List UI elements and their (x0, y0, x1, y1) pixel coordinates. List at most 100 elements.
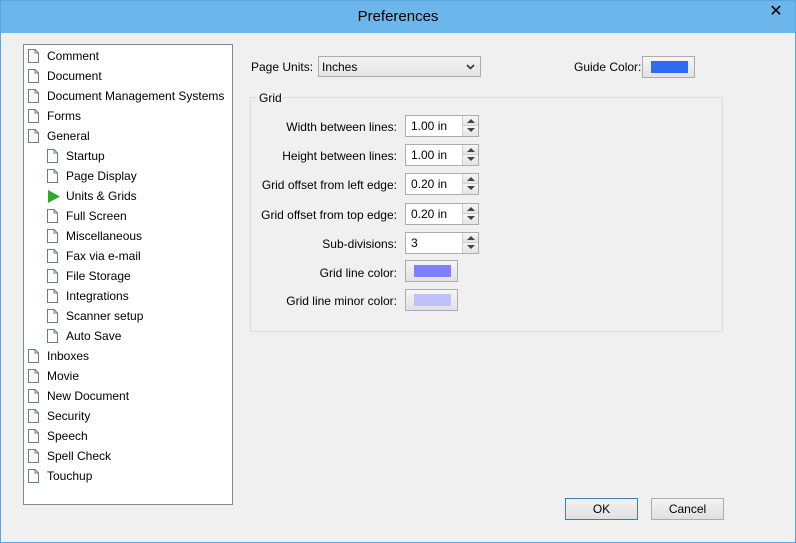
caret-down-icon (467, 216, 475, 220)
spin-down-button[interactable] (463, 126, 478, 136)
close-icon[interactable]: ✕ (764, 2, 788, 22)
grid-offset-left-spinner[interactable]: 0.20 in (405, 173, 479, 195)
spin-down-button[interactable] (463, 243, 478, 253)
page-units-label: Page Units: (251, 60, 314, 74)
grid-line-minor-color-label: Grid line minor color: (286, 294, 397, 308)
caret-up-icon (467, 236, 475, 240)
page-units-value: Inches (322, 60, 358, 74)
grid-line-color-label: Grid line color: (319, 266, 397, 280)
tree-item-label: Spell Check (47, 449, 112, 463)
grid-line-minor-color-swatch (414, 294, 451, 306)
caret-up-icon (467, 207, 475, 211)
tree-item-label: Document Management Systems (47, 89, 225, 103)
grid-offset-top-value: 0.20 in (411, 207, 448, 221)
caret-down-icon (467, 157, 475, 161)
document-icon (28, 409, 39, 423)
tree-item-label: Touchup (47, 469, 93, 483)
window-title: Preferences (357, 8, 439, 25)
document-icon (28, 49, 39, 63)
caret-up-icon (467, 177, 475, 181)
spin-up-button[interactable] (463, 174, 478, 184)
caret-up-icon (467, 119, 475, 123)
width-between-lines-label: Width between lines: (286, 120, 397, 134)
sub-divisions-spinner[interactable]: 3 (405, 232, 479, 254)
caret-down-icon (467, 128, 475, 132)
guide-color-label: Guide Color: (574, 60, 642, 74)
grid-group-title: Grid (257, 91, 284, 105)
height-between-lines-spinner[interactable]: 1.00 in (405, 144, 479, 166)
spin-up-button[interactable] (463, 116, 478, 126)
tree-item-label: Movie (47, 369, 80, 383)
document-icon (47, 269, 58, 283)
ok-button[interactable]: OK (565, 498, 638, 520)
grid-offset-top-spinner[interactable]: 0.20 in (405, 203, 479, 225)
title-bar[interactable]: Preferences ✕ (1, 1, 795, 33)
tree-item-label: Comment (47, 49, 100, 63)
document-icon (28, 89, 39, 103)
category-tree[interactable]: Comment Document Document Management Syste… (23, 44, 233, 505)
document-icon (47, 209, 58, 223)
tree-item-label: Scanner setup (66, 309, 144, 323)
document-icon (28, 369, 39, 383)
sub-divisions-value: 3 (411, 236, 418, 250)
cancel-button[interactable]: Cancel (651, 498, 724, 520)
tree-item-label: New Document (47, 389, 130, 403)
tree-item-label: Forms (47, 109, 81, 123)
tree-item-label: Fax via e-mail (66, 249, 141, 263)
grid-offset-top-label: Grid offset from top edge: (261, 208, 397, 222)
document-icon (47, 229, 58, 243)
spin-down-button[interactable] (463, 214, 478, 224)
document-icon (28, 449, 39, 463)
document-icon (28, 389, 39, 403)
spin-up-button[interactable] (463, 233, 478, 243)
document-icon (28, 129, 39, 143)
document-icon (28, 469, 39, 483)
caret-down-icon (467, 245, 475, 249)
width-between-lines-spinner[interactable]: 1.00 in (405, 115, 479, 137)
chevron-down-icon (466, 64, 475, 70)
tree-item-label: General (47, 129, 90, 143)
grid-line-minor-color-button[interactable] (405, 289, 458, 311)
width-between-lines-value: 1.00 in (411, 119, 448, 133)
document-icon (47, 329, 58, 343)
tree-item-label: Startup (66, 149, 105, 163)
spin-down-button[interactable] (463, 184, 478, 194)
selected-arrow-icon (48, 190, 60, 203)
tree-item-label: Inboxes (47, 349, 90, 363)
tree-item-label: Auto Save (66, 329, 122, 343)
document-icon (28, 349, 39, 363)
tree-item-label: Integrations (66, 289, 129, 303)
spinner-buttons (462, 204, 478, 224)
preferences-window: Preferences ✕ Comment Document Document Ma… (0, 0, 796, 543)
spinner-buttons (462, 145, 478, 165)
dialog-content: Comment Document Document Management Syste… (9, 33, 787, 536)
document-icon (47, 149, 58, 163)
page-units-select[interactable]: Inches (318, 56, 481, 77)
document-icon (47, 309, 58, 323)
spin-up-button[interactable] (463, 204, 478, 214)
caret-down-icon (467, 186, 475, 190)
tree-item-label: File Storage (66, 269, 131, 283)
spinner-buttons (462, 174, 478, 194)
guide-color-swatch (651, 61, 688, 73)
tree-item-label: Document (47, 69, 102, 83)
tree-item-label: Security (47, 409, 91, 423)
spinner-buttons (462, 116, 478, 136)
spin-down-button[interactable] (463, 155, 478, 165)
tree-item-label: Miscellaneous (66, 229, 143, 243)
grid-line-color-swatch (414, 265, 451, 277)
tree-item-label: Full Screen (66, 209, 127, 223)
guide-color-button[interactable] (642, 56, 695, 78)
document-icon (47, 289, 58, 303)
document-icon (47, 169, 58, 183)
document-icon (28, 429, 39, 443)
grid-offset-left-label: Grid offset from left edge: (261, 178, 397, 192)
tree-item-label: Speech (47, 429, 88, 443)
document-icon (47, 249, 58, 263)
document-icon (28, 69, 39, 83)
spinner-buttons (462, 233, 478, 253)
document-icon (28, 109, 39, 123)
sub-divisions-label: Sub-divisions: (322, 237, 397, 251)
grid-line-color-button[interactable] (405, 260, 458, 282)
spin-up-button[interactable] (463, 145, 478, 155)
